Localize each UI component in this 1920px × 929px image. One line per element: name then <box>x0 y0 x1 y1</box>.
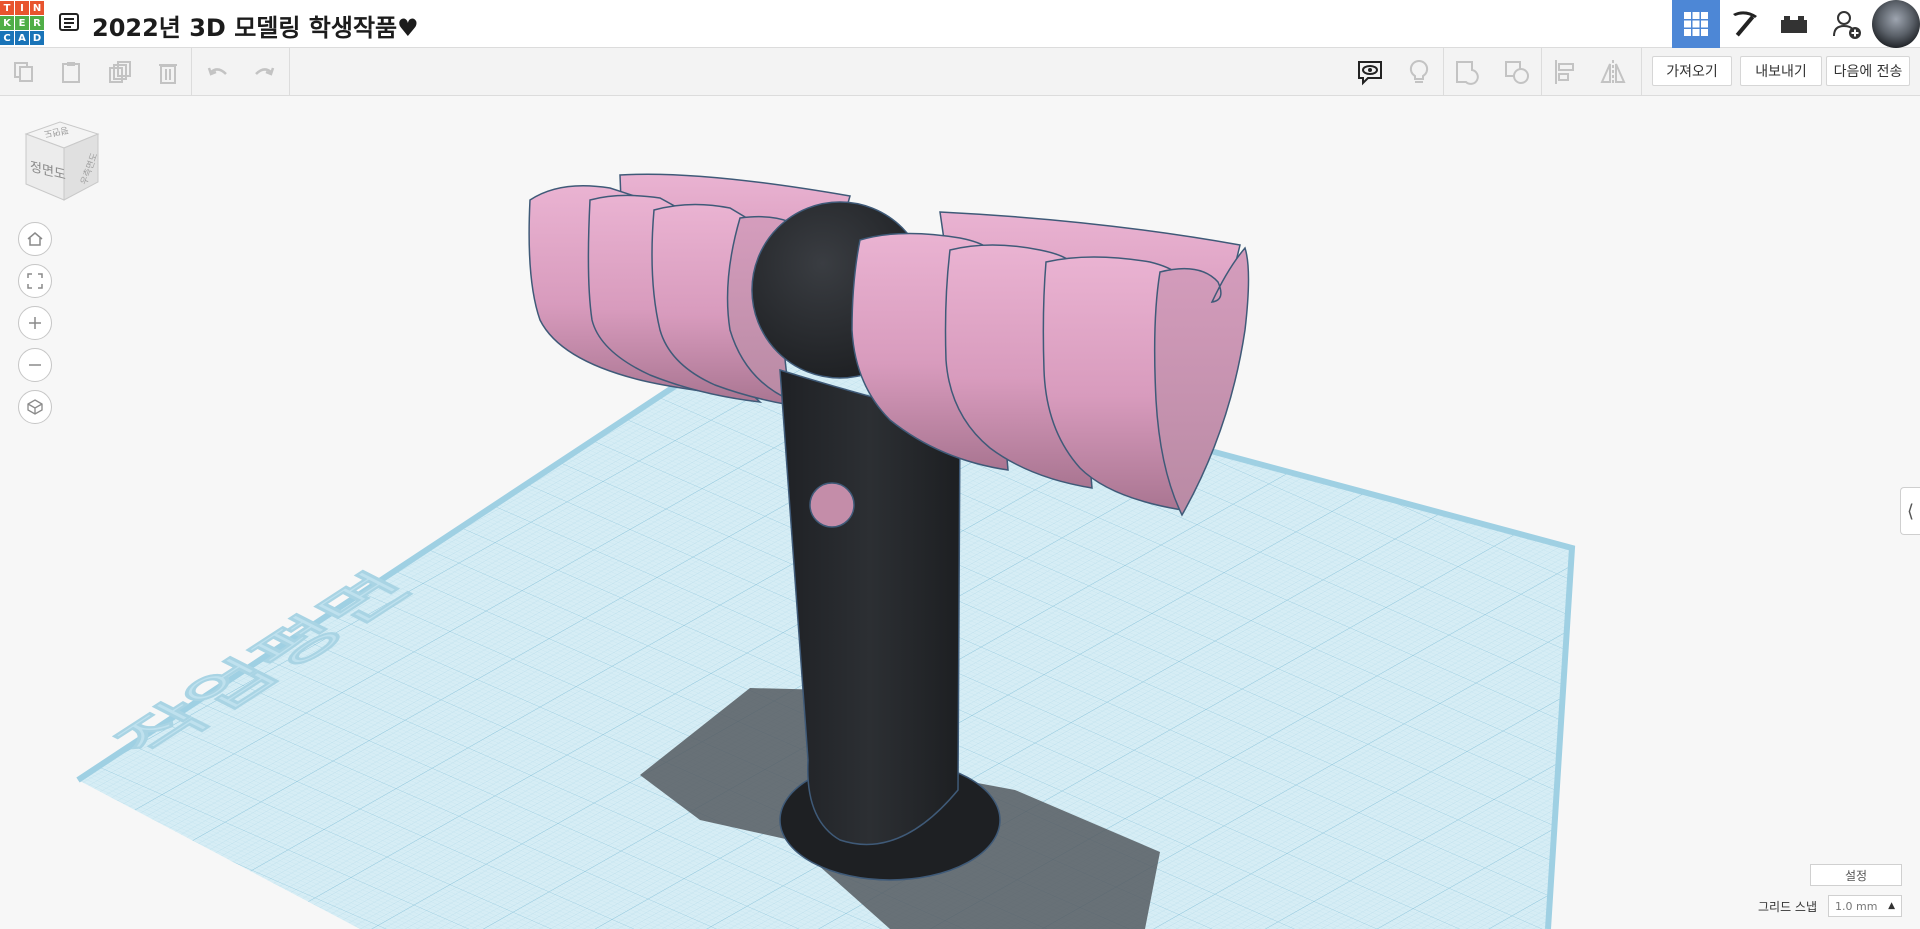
zoom-in-button[interactable] <box>18 306 52 340</box>
ungroup-icon[interactable] <box>1503 58 1531 86</box>
grid-icon <box>1684 12 1708 36</box>
fit-all-icon <box>27 273 43 289</box>
undo-icon[interactable] <box>204 58 232 86</box>
add-user-button[interactable] <box>1823 0 1871 48</box>
toolbar-divider <box>1443 48 1444 96</box>
3d-scene[interactable]: 작업평면 <box>0 96 1920 929</box>
design-title[interactable]: 2022년 3D 모델링 학생작품♥ <box>92 8 419 43</box>
3d-design-view-button[interactable] <box>1672 0 1720 48</box>
logo-letter: C <box>0 31 14 45</box>
grid-snap-select[interactable]: 1.0 mm ▲ <box>1828 895 1902 917</box>
plus-icon <box>29 317 41 329</box>
logo-letter: R <box>30 16 44 30</box>
home-icon <box>27 232 43 246</box>
pickaxe-icon <box>1733 11 1757 37</box>
logo-letter: D <box>30 31 44 45</box>
tinkercad-logo[interactable]: TIN KER CAD <box>0 1 46 45</box>
logo-letter: I <box>15 1 29 15</box>
view-cube[interactable]: 정면도 평면도 우측면도 <box>20 118 110 208</box>
lightbulb-icon[interactable] <box>1405 58 1433 86</box>
redo-icon[interactable] <box>250 58 278 86</box>
design-list-icon[interactable] <box>59 13 79 31</box>
chevron-left-icon: ⟨ <box>1906 500 1915 522</box>
3d-viewport[interactable]: 작업평면 정면도 평면도 우측면도 ⟨ 설정 그리드 스냅 1.0 mm ▲ <box>0 96 1920 929</box>
copy-icon[interactable] <box>10 58 38 86</box>
toolbar-divider <box>1641 48 1642 96</box>
export-button[interactable]: 내보내기 <box>1740 56 1822 86</box>
group-icon[interactable] <box>1454 58 1482 86</box>
logo-letter: K <box>0 16 14 30</box>
zoom-out-button[interactable] <box>18 348 52 382</box>
toolbar-divider <box>191 48 192 96</box>
show-hide-notes-icon[interactable] <box>1356 58 1384 86</box>
bricks-view-button[interactable] <box>1770 0 1818 48</box>
paste-icon[interactable] <box>57 58 85 86</box>
edit-toolbar: 가져오기 내보내기 다음에 전송 <box>0 48 1920 96</box>
toolbar-divider <box>289 48 290 96</box>
grid-snap-label: 그리드 스냅 <box>1758 900 1818 914</box>
logo-letter: N <box>30 1 44 15</box>
brick-icon <box>1781 16 1807 33</box>
home-view-button[interactable] <box>18 222 52 256</box>
fit-view-button[interactable] <box>18 264 52 298</box>
delete-icon[interactable] <box>154 58 182 86</box>
import-button[interactable]: 가져오기 <box>1652 56 1732 86</box>
grid-snap-value: 1.0 mm <box>1835 899 1878 913</box>
minus-icon <box>29 364 41 366</box>
send-to-button[interactable]: 다음에 전송 <box>1826 56 1910 86</box>
caret-up-icon: ▲ <box>1888 901 1895 911</box>
align-icon[interactable] <box>1551 58 1579 86</box>
logo-letter: E <box>15 16 29 30</box>
shapes-panel-toggle[interactable]: ⟨ <box>1900 487 1920 535</box>
user-avatar[interactable] <box>1872 0 1920 48</box>
perspective-button[interactable] <box>18 390 52 424</box>
logo-letter: A <box>15 31 29 45</box>
settings-button[interactable]: 설정 <box>1810 864 1902 886</box>
cube-icon <box>27 399 43 415</box>
duplicate-icon[interactable] <box>106 58 134 86</box>
logo-letter: T <box>0 1 14 15</box>
top-header: TIN KER CAD 2022년 3D 모델링 학생작품♥ <box>0 0 1920 48</box>
blocks-view-button[interactable] <box>1721 0 1769 48</box>
mirror-icon[interactable] <box>1599 58 1627 86</box>
user-plus-icon <box>1833 11 1861 39</box>
toolbar-divider <box>1541 48 1542 96</box>
